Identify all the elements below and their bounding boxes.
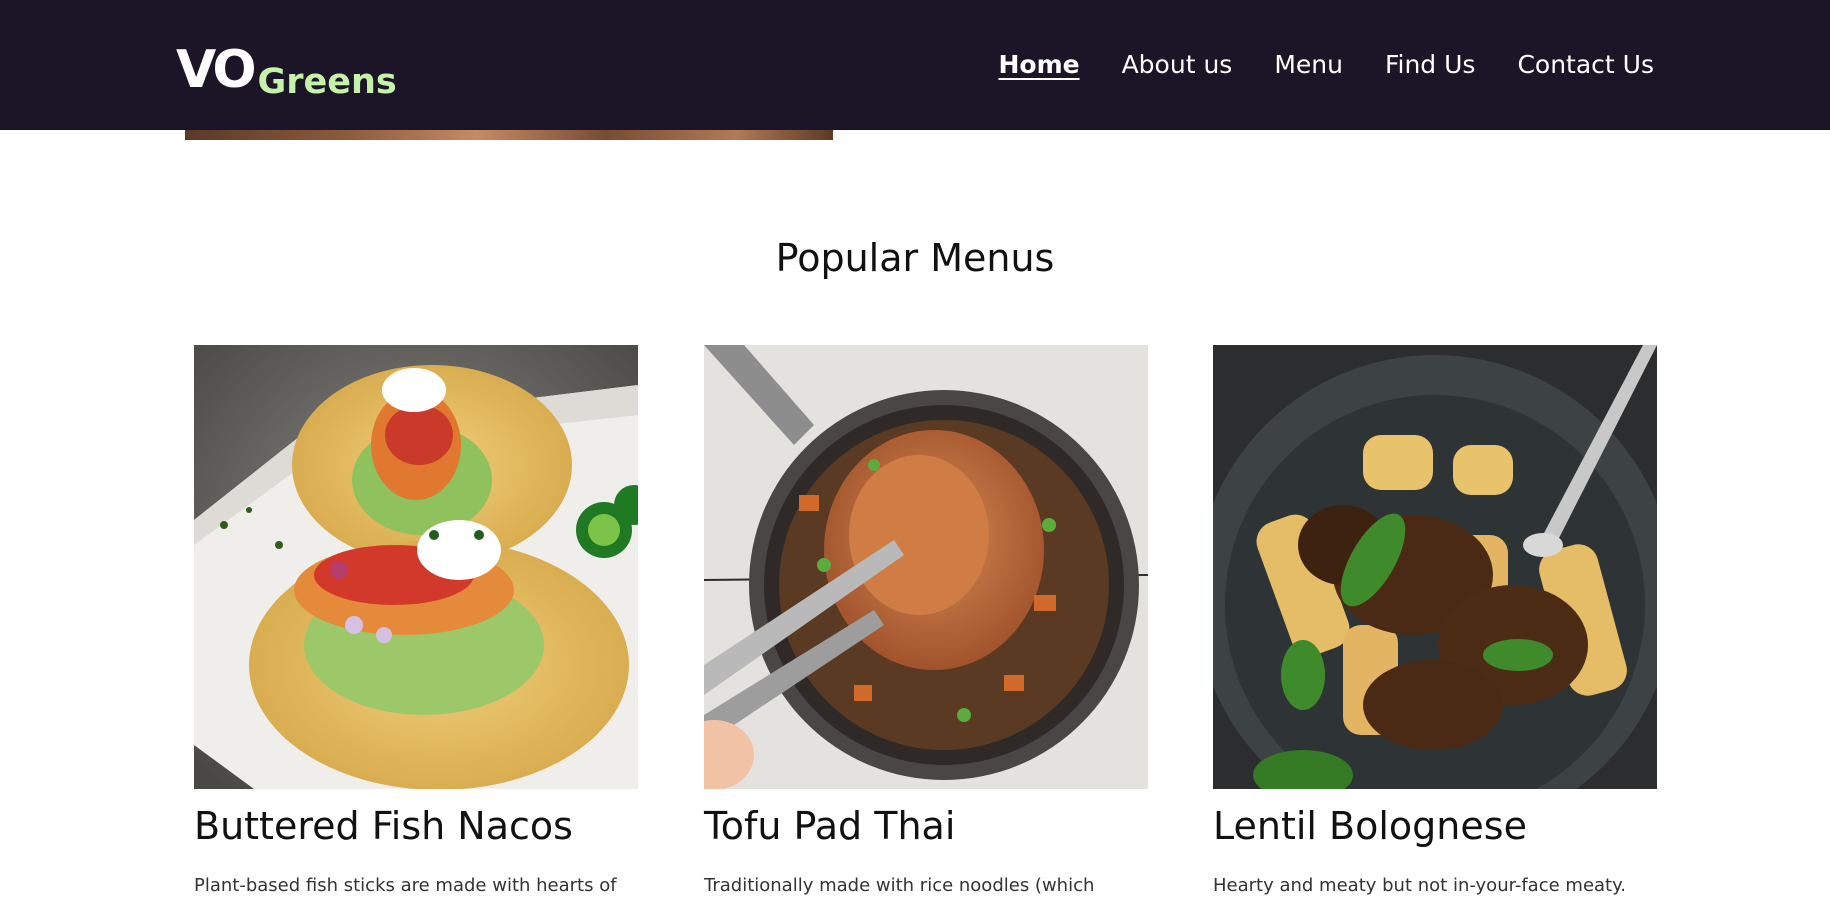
main-nav: Home About us Menu Find Us Contact Us <box>998 44 1654 86</box>
site-header: VO Greens Home About us Menu Find Us Con… <box>0 0 1830 130</box>
nav-link-about-us[interactable]: About us <box>1122 44 1233 86</box>
menu-card-title: Tofu Pad Thai <box>704 804 956 848</box>
pad-thai-photo <box>704 345 1148 789</box>
nav-link-find-us[interactable]: Find Us <box>1385 44 1476 86</box>
logo-primary-text: VO <box>176 40 257 100</box>
menu-card-description: Hearty and meaty but not in-your-face me… <box>1213 875 1626 896</box>
site-logo[interactable]: VO Greens <box>176 36 397 100</box>
nav-link-menu[interactable]: Menu <box>1274 44 1343 86</box>
logo-secondary-text: Greens <box>257 62 397 102</box>
menu-card-tofu-pad-thai[interactable]: Tofu Pad Thai Traditionally made with ri… <box>704 345 1148 899</box>
lentil-bolognese-photo <box>1213 345 1657 789</box>
nav-link-home[interactable]: Home <box>998 44 1079 86</box>
menu-card-title: Buttered Fish Nacos <box>194 804 573 848</box>
menu-card-lentil-bolognese[interactable]: Lentil Bolognese Hearty and meaty but no… <box>1213 345 1657 899</box>
menu-card-description: Traditionally made with rice noodles (wh… <box>704 875 1095 896</box>
nav-link-contact-us[interactable]: Contact Us <box>1517 44 1654 86</box>
menu-card-title: Lentil Bolognese <box>1213 804 1527 848</box>
popular-menus-heading: Popular Menus <box>775 236 1055 280</box>
menu-card-fish-nacos[interactable]: Buttered Fish Nacos Plant-based fish sti… <box>194 345 638 899</box>
menu-card-description: Plant-based fish sticks are made with he… <box>194 875 617 896</box>
fish-tacos-photo <box>194 345 638 789</box>
